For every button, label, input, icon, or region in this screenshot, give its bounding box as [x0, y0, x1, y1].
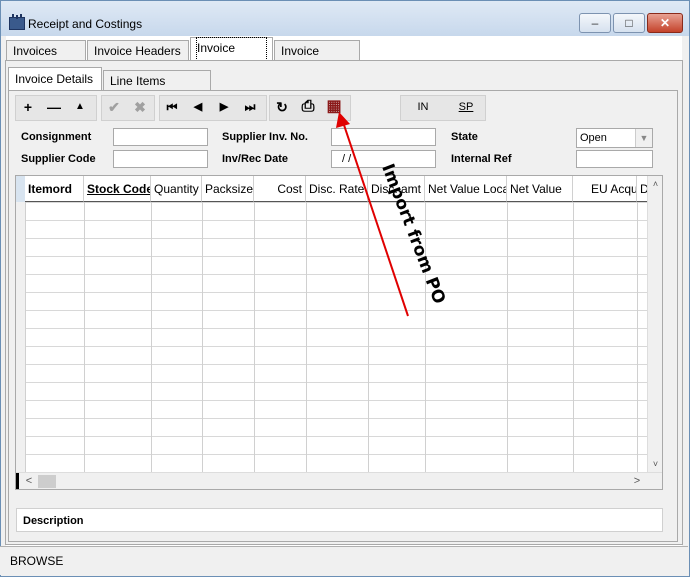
- annotation-arrowhead: [336, 112, 350, 128]
- annotation-overlay: [336, 112, 409, 317]
